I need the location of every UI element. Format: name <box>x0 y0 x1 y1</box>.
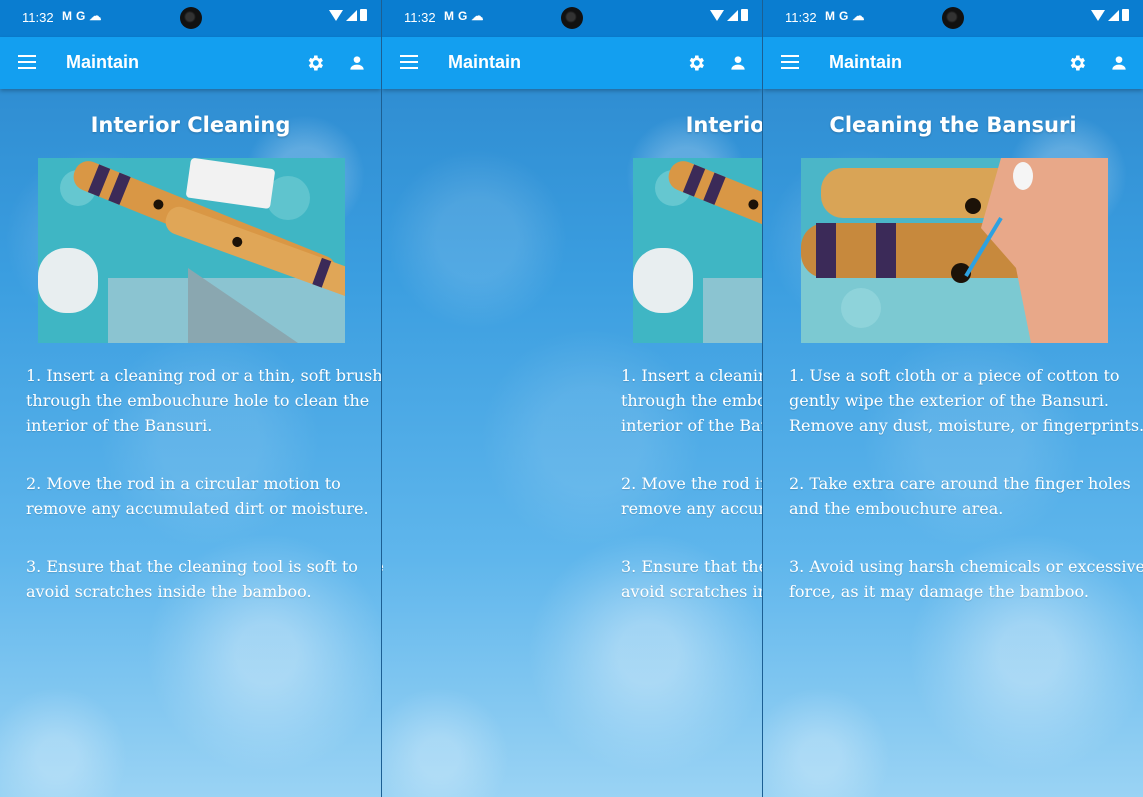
status-notification-icons: M G ☁ <box>444 9 483 23</box>
app-bar: Maintain <box>763 37 1143 89</box>
step-item: 1. Insert a cleaning rod or a thin, soft… <box>621 366 762 435</box>
step-item: 3. Ensure that the cleaning tool is soft… <box>26 557 358 601</box>
status-bar: 11:32 M G ☁ <box>382 0 762 37</box>
wifi-icon <box>1091 9 1105 21</box>
app-title: Maintain <box>448 52 522 72</box>
step-item: 3. Avoid using harsh chemicals or excess… <box>382 554 388 604</box>
google-icon: G <box>839 9 849 23</box>
google-icon: G <box>76 9 86 23</box>
phone-screen-transition: 11:32 M G ☁ Maintain Cleaning the Bansur… <box>382 0 762 797</box>
google-icon: G <box>458 9 468 23</box>
step-item: 2. Take extra care around the finger hol… <box>789 474 1131 518</box>
menu-icon[interactable] <box>400 55 418 69</box>
camera-cutout <box>942 7 964 29</box>
phone-screen-cleaning: 11:32 M G ☁ Maintain Cleaning the Bansur… <box>763 0 1143 797</box>
step-item: 2. Move the rod in a circular motion tor… <box>621 474 762 518</box>
step-item: 3. Ensure that the cleaning tool is soft… <box>621 557 762 601</box>
gmail-icon: M <box>825 9 835 23</box>
flute-cleaning-photo <box>633 158 762 343</box>
step-item: 1. Insert a cleaning rod or a thin, soft… <box>26 366 381 435</box>
section-heading: Interior Cleaning <box>685 113 762 137</box>
status-time: 11:32 <box>785 10 817 25</box>
step-item: 3. Avoid using harsh chemicals or excess… <box>789 557 1143 601</box>
step-item: 2. Take extra care around the finger hol… <box>382 471 388 521</box>
section-heading: Cleaning the Bansuri <box>382 113 383 137</box>
app-bar: Maintain <box>382 37 762 89</box>
steps-list: 1. Use a soft cloth or a piece of cotton… <box>789 363 1143 637</box>
signal-icon <box>727 9 738 21</box>
gear-icon[interactable] <box>305 53 325 73</box>
step-item: 1. Use a soft cloth or a piece of cotton… <box>382 363 388 438</box>
status-time: 11:32 <box>22 10 54 25</box>
person-icon[interactable] <box>728 53 748 73</box>
phone-screen-interior: 11:32 M G ☁ Maintain Interior Cleaning 1… <box>0 0 381 797</box>
cloud-icon: ☁ <box>471 9 484 23</box>
steps-list: 1. Use a soft cloth or a piece of cotton… <box>382 363 388 637</box>
status-bar: 11:32 M G ☁ <box>0 0 381 37</box>
app-bar: Maintain <box>0 37 381 89</box>
wifi-icon <box>329 9 343 21</box>
section-heading: Cleaning the Bansuri <box>829 113 1077 137</box>
signal-icon <box>346 9 357 21</box>
app-title: Maintain <box>829 52 903 72</box>
status-system-icons <box>1091 9 1129 21</box>
flute-cleaning-photo <box>801 158 1108 343</box>
status-notification-icons: M G ☁ <box>62 9 101 23</box>
wifi-icon <box>710 9 724 21</box>
screenshot-stage: 11:32 M G ☁ Maintain Interior Cleaning 1… <box>0 0 1143 797</box>
gear-icon[interactable] <box>1067 53 1087 73</box>
app-title: Maintain <box>66 52 140 72</box>
person-icon[interactable] <box>1109 53 1129 73</box>
status-time: 11:32 <box>404 10 436 25</box>
menu-icon[interactable] <box>18 55 36 69</box>
signal-icon <box>1108 9 1119 21</box>
camera-cutout <box>180 7 202 29</box>
cloud-icon: ☁ <box>852 9 865 23</box>
flute-cleaning-photo <box>38 158 345 343</box>
status-system-icons <box>710 9 748 21</box>
gmail-icon: M <box>444 9 454 23</box>
gear-icon[interactable] <box>686 53 706 73</box>
person-icon[interactable] <box>347 53 367 73</box>
steps-list: 1. Insert a cleaning rod or a thin, soft… <box>26 363 381 637</box>
step-item: 1. Use a soft cloth or a piece of cotton… <box>789 366 1143 435</box>
status-notification-icons: M G ☁ <box>825 9 864 23</box>
battery-icon <box>360 9 367 21</box>
camera-cutout <box>561 7 583 29</box>
battery-icon <box>741 9 748 21</box>
section-heading: Interior Cleaning <box>90 113 291 137</box>
cloud-icon: ☁ <box>89 9 102 23</box>
status-system-icons <box>329 9 367 21</box>
status-bar: 11:32 M G ☁ <box>763 0 1143 37</box>
steps-list: 1. Insert a cleaning rod or a thin, soft… <box>621 363 762 637</box>
menu-icon[interactable] <box>781 55 799 69</box>
step-item: 2. Move the rod in a circular motion tor… <box>26 474 369 518</box>
gmail-icon: M <box>62 9 72 23</box>
battery-icon <box>1122 9 1129 21</box>
